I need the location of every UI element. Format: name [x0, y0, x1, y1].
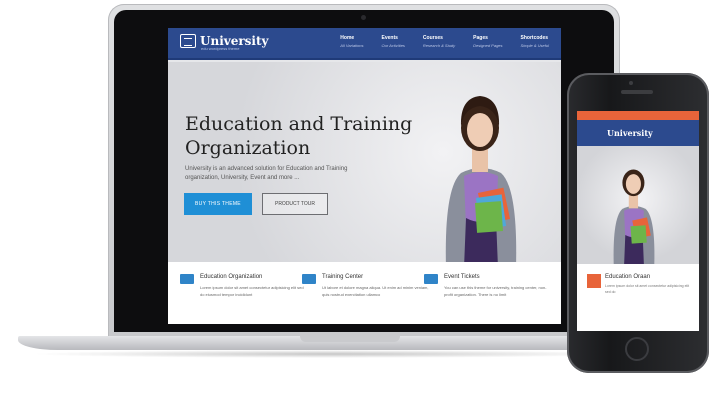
feature-text: Ut labore et dolore magna aliqua. Ut eni… — [322, 285, 429, 297]
nav-shortcodes[interactable]: Shortcodes Simple & Useful — [521, 35, 549, 48]
nav-sublabel: Simple & Useful — [520, 43, 549, 48]
phone-feature-text: Lorem ipsum dolor sit amet consectetur a… — [605, 284, 690, 294]
laptop-screen: University edu wordpress theme Home All V… — [168, 28, 561, 324]
laptop-camera — [361, 15, 366, 20]
graduation-cap-icon — [587, 274, 601, 288]
phone-feature: Education Oraan Lorem ipsum dolor sit am… — [577, 264, 699, 331]
feature-title: Event Tickets — [444, 274, 480, 280]
phone-hero — [577, 146, 699, 264]
hero-title: Education and Training Organization — [185, 113, 413, 159]
phone-student-photo — [613, 169, 655, 264]
feature-text: You can use this theme for university, t… — [444, 285, 547, 297]
nav-label: Pages — [473, 35, 488, 41]
phone-logo[interactable]: University — [607, 128, 653, 138]
nav-label: Courses — [422, 35, 443, 41]
feature-title: Education Organization — [200, 274, 263, 280]
nav-home[interactable]: Home All Variations — [340, 35, 363, 48]
product-tour-button[interactable]: PRODUCT TOUR — [262, 193, 328, 215]
features-row: Education Organization Lorem ipsum dolor… — [168, 262, 561, 324]
phone-screen: University Education Oraan Lorem ipsum d… — [577, 111, 699, 331]
nav-sublabel: Research & Study — [422, 43, 456, 48]
site-header: University edu wordpress theme Home All V… — [168, 28, 561, 60]
feature-title: Training Center — [322, 274, 364, 280]
phone-speaker — [621, 90, 653, 94]
buy-theme-button[interactable]: BUY THIS THEME — [184, 193, 252, 215]
laptop-notch — [300, 336, 400, 342]
phone-feature-title: Education Oraan — [605, 274, 651, 280]
phone-header: University — [577, 120, 699, 146]
nav-label: Events — [381, 35, 398, 41]
nav-courses[interactable]: Courses Research & Study — [423, 35, 455, 48]
logo-tagline: edu wordpress theme — [201, 46, 240, 51]
phone-device: University Education Oraan Lorem ipsum d… — [567, 73, 709, 373]
device-mockup: University edu wordpress theme Home All V… — [0, 0, 720, 405]
nav-label: Shortcodes — [520, 35, 549, 41]
paper-plane-icon — [302, 274, 316, 284]
hero-description: University is an advanced solution for E… — [185, 166, 348, 181]
nav-sublabel: Our Activities — [381, 43, 405, 48]
phone-camera — [629, 81, 633, 85]
main-nav: Home All Variations Events Our Activities … — [340, 35, 549, 48]
nav-label: Home — [340, 35, 355, 41]
feature-text: Lorem ipsum dolor sit amet consectetur a… — [200, 285, 304, 297]
nav-pages[interactable]: Pages Designed Pages — [473, 35, 502, 48]
book-icon — [180, 34, 196, 48]
nav-events[interactable]: Events Our Activities — [382, 35, 405, 48]
ticket-icon — [424, 274, 438, 284]
laptop-shadow — [30, 350, 630, 358]
hero-section: Education and Training Organization Univ… — [168, 62, 561, 268]
phone-top-bar — [577, 111, 699, 120]
nav-sublabel: Designed Pages — [473, 43, 503, 48]
nav-sublabel: All Variations — [340, 43, 364, 48]
student-photo — [445, 96, 517, 268]
home-button[interactable] — [625, 337, 649, 361]
graduation-cap-icon — [180, 274, 194, 284]
